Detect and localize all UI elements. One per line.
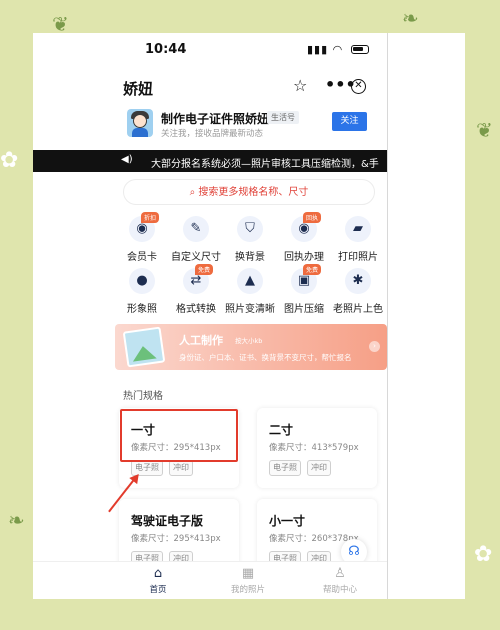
spec-card-two-inch[interactable]: 二寸 像素尺寸：413*579px 电子照 冲印 [257, 408, 377, 488]
tab-bar: ⌂ 首页 ▦ 我的照片 ♙ 帮助中心 [33, 561, 387, 599]
account-tag: 生活号 [267, 111, 299, 124]
feature-badge: 免费 [303, 264, 322, 275]
tab-my-photos[interactable]: ▦ 我的照片 [218, 566, 278, 595]
spec-tag-print: 冲印 [307, 460, 331, 476]
grid-icon: ▦ [241, 566, 255, 581]
spec-size: 像素尺寸：295*413px [131, 534, 221, 544]
user-icon: ♙ [334, 566, 346, 581]
spec-size: 像素尺寸：413*579px [269, 443, 359, 453]
tab-label: 我的照片 [230, 585, 265, 595]
search-icon: ⌕ [189, 187, 196, 198]
section-title: 热门规格 [123, 391, 163, 402]
feature-receipt[interactable]: ◉ 回执 回执办理 [277, 212, 331, 264]
account-name: 制作电子证件照娇妞 [161, 112, 270, 126]
signal-icon: ▮▮▮ [307, 43, 329, 56]
feature-compress[interactable]: ▣ 免费 图片压缩 [277, 264, 331, 316]
feature-badge: 折扣 [141, 212, 160, 223]
close-icon[interactable]: ✕ [351, 79, 366, 94]
battery-icon [350, 45, 369, 54]
feature-print[interactable]: ▰ 打印照片 [331, 216, 385, 264]
feature-sharpen[interactable]: ▲ 照片变清晰 [223, 268, 277, 316]
account-subtitle: 关注我，接收品牌最新动态 [161, 129, 264, 139]
feature-label: 老照片上色 [333, 304, 383, 315]
image-icon: ▲ [237, 268, 263, 294]
tab-label: 首页 [149, 585, 167, 595]
banner-title-suffix: 按大小kb [235, 337, 263, 345]
manual-service-banner[interactable]: 人工制作 按大小kb 身份证、户口本、证书、换背景不变尺寸，帮忙报名 › [115, 324, 387, 370]
chevron-right-icon: › [369, 341, 380, 352]
photo-illustration-icon [122, 326, 166, 368]
status-bar: 10:44 ▮▮▮ ◠ [33, 33, 387, 69]
banner-title: 人工制作 [179, 334, 223, 347]
nav-bar: 娇妞 ☆ ••• ✕ [33, 73, 387, 103]
follow-button[interactable]: 关注 [332, 112, 367, 131]
shield-icon: ⛉ [237, 216, 263, 242]
notice-text: 大部分报名系统必须—照片审核工具压缩检测，&手 [151, 159, 379, 170]
ruler-icon: ▰ [345, 216, 371, 242]
banner-subtitle: 身份证、户口本、证书、换背景不变尺寸，帮忙报名 [179, 353, 352, 362]
tab-home[interactable]: ⌂ 首页 [128, 566, 188, 595]
spec-tag-print: 冲印 [169, 460, 193, 476]
spec-title: 小一寸 [269, 514, 306, 528]
leaf-decoration-icon: ❦ [476, 118, 493, 142]
tab-help-center[interactable]: ♙ 帮助中心 [310, 566, 370, 595]
palette-icon: ✱ [345, 268, 371, 294]
feature-custom-size[interactable]: ✎ 自定义尺寸 [169, 216, 223, 264]
feature-format-convert[interactable]: ⇄ 免费 格式转换 [169, 264, 223, 316]
pencil-icon: ✎ [183, 216, 209, 242]
spec-title: 二寸 [269, 423, 294, 437]
avatar [127, 109, 153, 137]
person-icon: ● [129, 268, 155, 294]
notice-bar[interactable]: ◀) 大部分报名系统必须—照片审核工具压缩检测，&手 [33, 150, 387, 172]
flower-decoration-icon: ✿ [0, 148, 19, 173]
feature-membership[interactable]: ◉ 折扣 会员卡 [115, 212, 169, 264]
page-title: 娇妞 [123, 80, 154, 98]
feature-label: 打印照片 [338, 252, 378, 263]
feature-colorize[interactable]: ✱ 老照片上色 [331, 268, 385, 316]
home-icon: ⌂ [153, 566, 163, 581]
feature-change-background[interactable]: ⛉ 换背景 [223, 216, 277, 264]
leaf-decoration-icon: ❧ [402, 6, 419, 30]
spec-tag-digital: 电子照 [269, 460, 301, 476]
status-time: 10:44 [145, 42, 187, 57]
highlight-box [120, 409, 238, 462]
feature-badge: 免费 [195, 264, 214, 275]
speaker-icon: ◀) [121, 154, 133, 165]
wifi-icon: ◠ [332, 43, 344, 56]
flower-decoration-icon: ✿ [474, 542, 493, 567]
account-header[interactable]: 制作电子证件照娇妞 生活号 关注我，接收品牌最新动态 关注 [123, 109, 385, 143]
side-panel [387, 33, 465, 599]
search-input[interactable]: ⌕ 搜索更多规格名称、尺寸 [123, 179, 375, 205]
feature-portrait[interactable]: ● 形象照 [115, 268, 169, 316]
status-icons: ▮▮▮ ◠ [307, 43, 369, 56]
star-icon[interactable]: ☆ [293, 76, 307, 95]
spec-title: 驾驶证电子版 [131, 514, 204, 528]
leaf-decoration-icon: ❧ [8, 508, 25, 532]
tab-label: 帮助中心 [322, 585, 357, 595]
search-placeholder: 搜索更多规格名称、尺寸 [198, 187, 309, 198]
feature-badge: 回执 [303, 212, 322, 223]
phone-screen: 10:44 ▮▮▮ ◠ 娇妞 ☆ ••• ✕ 制作电子证件照娇妞 生活号 关注我… [33, 33, 387, 599]
